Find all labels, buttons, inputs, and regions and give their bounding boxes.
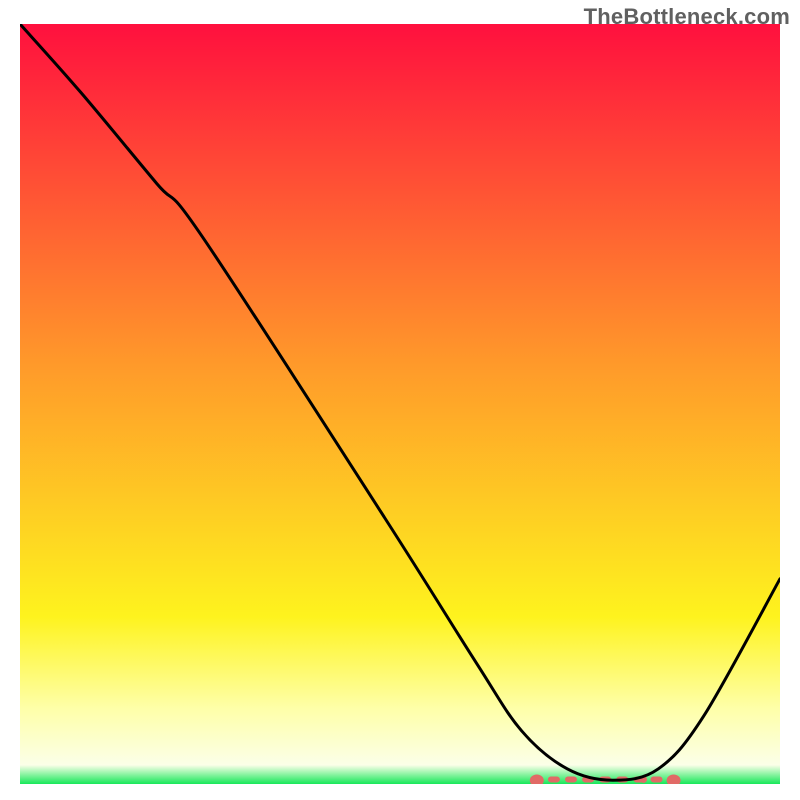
gradient-background [20,24,780,784]
chart-frame: TheBottleneck.com [0,0,800,800]
chart-svg [20,24,780,784]
plot-area [20,24,780,784]
